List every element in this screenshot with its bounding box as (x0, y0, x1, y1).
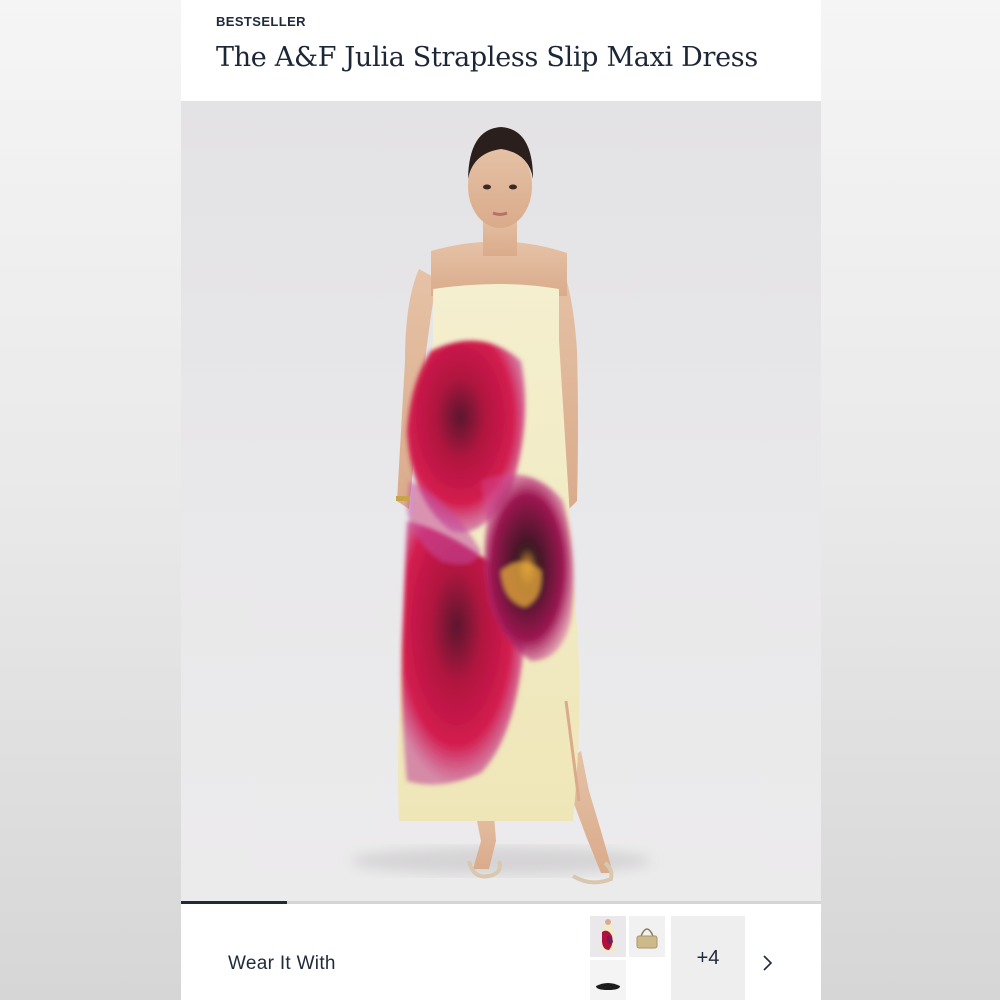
model-illustration (351, 127, 651, 885)
blank-thumbnail (629, 960, 665, 1000)
bestseller-badge: BESTSELLER (216, 14, 306, 29)
dress-thumbnail[interactable] (590, 916, 626, 957)
more-items-button[interactable]: +4 (671, 916, 745, 1000)
product-image[interactable] (181, 101, 821, 902)
wear-it-with-label: Wear It With (228, 953, 336, 974)
bracelet (396, 496, 410, 501)
lips (492, 211, 508, 216)
right-eye (509, 184, 517, 190)
left-background (0, 0, 181, 1000)
product-title: The A&F Julia Strapless Slip Maxi Dress (216, 42, 758, 73)
sandal-thumbnail[interactable] (590, 960, 626, 1000)
wear-it-with-thumbnails[interactable] (590, 916, 665, 1000)
product-screen: BESTSELLER The A&F Julia Strapless Slip … (181, 0, 821, 1000)
bag-thumbnail[interactable] (629, 916, 665, 957)
left-eye (483, 184, 491, 190)
right-background (821, 0, 1000, 1000)
wear-it-with-bar[interactable]: Wear It With +4 (181, 904, 821, 1000)
chevron-right-icon[interactable] (756, 952, 778, 974)
product-header: BESTSELLER The A&F Julia Strapless Slip … (181, 0, 821, 101)
